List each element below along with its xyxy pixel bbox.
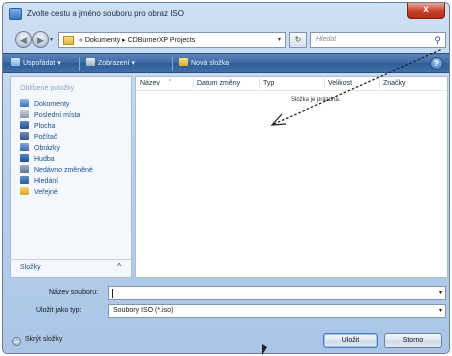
refresh-icon: ↻ [294, 35, 302, 44]
text-caret [112, 289, 113, 298]
nav-item-label: Nedávno změněné [34, 167, 93, 174]
desktop-icon [20, 121, 29, 129]
favorites-header[interactable]: Oblíbené položky [20, 85, 74, 92]
folder-icon [63, 36, 74, 45]
help-icon: ? [434, 59, 439, 68]
new-folder-icon [179, 58, 188, 66]
filename-label: Název souboru: [49, 289, 99, 296]
column-header-tags[interactable]: Značky [383, 80, 406, 87]
toolbar-divider [79, 57, 80, 71]
computer-icon [20, 132, 29, 140]
address-bar[interactable]: « Dokumenty ▸ CDBurnerXP Projects ▾ [58, 32, 286, 48]
column-header-date[interactable]: Datum změny [197, 80, 240, 87]
views-label: Zobrazení ▾ [98, 60, 135, 67]
help-button[interactable]: ? [430, 57, 443, 70]
new-folder-button[interactable]: Nová složka [179, 58, 229, 67]
nav-item-public[interactable]: Veřejné [20, 187, 93, 198]
back-button[interactable]: ◀ [15, 31, 32, 48]
window-title: Zvolte cestu a jméno souboru pro obraz I… [27, 9, 184, 18]
nav-item-desktop[interactable]: Plocha [20, 121, 93, 132]
forward-arrow-icon: ▶ [37, 35, 44, 45]
public-folder-icon [20, 187, 29, 195]
nav-item-label: Obrázky [34, 145, 61, 152]
column-header-label: Název [140, 80, 160, 87]
search-input[interactable]: Hledat [316, 36, 336, 43]
column-divider[interactable] [324, 78, 325, 89]
documents-icon [20, 99, 29, 107]
nav-item-label: Hledání [34, 178, 59, 185]
hide-folders-label: Skrýt složky [25, 336, 63, 343]
nav-item-computer[interactable]: Počítač [20, 132, 93, 143]
toolbar-divider [172, 57, 173, 71]
column-header-type[interactable]: Typ [263, 80, 274, 87]
recent-pages-dropdown-icon[interactable]: ▾ [50, 36, 53, 43]
navigation-pane: Oblíbené položky Dokumenty Poslední míst… [10, 76, 132, 278]
nav-item-label: Hudba [34, 156, 55, 163]
folders-toggle[interactable]: Složky ^ [11, 259, 131, 277]
file-list-pane[interactable]: Název ^ Datum změny Typ Velikost Značky S… [135, 76, 448, 278]
nav-item-recent-places[interactable]: Poslední místa [20, 110, 93, 121]
hide-folders-button[interactable]: ^ Skrýt složky [12, 336, 62, 346]
organize-icon [11, 58, 20, 66]
nav-item-pictures[interactable]: Obrázky [20, 143, 93, 154]
forward-button[interactable]: ▶ [32, 31, 49, 48]
save-button[interactable]: Uložit [323, 333, 378, 348]
dialog-app-icon [9, 8, 22, 20]
nav-item-recently-changed[interactable]: Nedávno změněné [20, 165, 93, 176]
cancel-button[interactable]: Storno [384, 333, 442, 348]
new-folder-label: Nová složka [191, 60, 230, 67]
column-header-name[interactable]: Název ^ [140, 79, 171, 87]
searches-icon [20, 176, 29, 184]
nav-item-label: Plocha [34, 123, 56, 130]
nav-item-label: Počítač [34, 134, 58, 141]
column-headers: Název ^ Datum změny Typ Velikost Značky [136, 77, 447, 91]
search-icon[interactable]: ⚲ [434, 35, 441, 46]
back-arrow-icon: ◀ [20, 35, 27, 45]
nav-item-documents[interactable]: Dokumenty [20, 99, 93, 110]
favorites-list: Dokumenty Poslední místa Plocha Počítač … [20, 99, 93, 198]
nav-item-label: Dokumenty [34, 101, 70, 108]
views-icon [86, 58, 95, 66]
filetype-select[interactable]: Soubory ISO (*.iso) ▾ [108, 304, 446, 318]
filetype-value: Soubory ISO (*.iso) [113, 307, 174, 314]
recently-changed-icon [20, 165, 29, 173]
mouse-pointer-icon [262, 344, 267, 355]
pictures-icon [20, 143, 29, 151]
address-path[interactable]: « Dokumenty ▸ CDBurnerXP Projects [79, 36, 195, 44]
column-header-size[interactable]: Velikost [328, 80, 352, 87]
organize-label: Uspořádat ▾ [23, 60, 61, 67]
close-icon: x [423, 4, 429, 15]
folders-label: Složky [20, 264, 41, 271]
filetype-label: Uložit jako typ: [36, 307, 82, 314]
save-dialog-window: Zvolte cestu a jméno souboru pro obraz I… [2, 2, 450, 354]
column-divider[interactable] [193, 78, 194, 89]
refresh-button[interactable]: ↻ [289, 32, 307, 48]
column-divider[interactable] [259, 78, 260, 89]
filename-dropdown-icon[interactable]: ▾ [439, 289, 442, 296]
views-button[interactable]: Zobrazení ▾ [86, 58, 135, 67]
empty-folder-message: Složka je prázdná. [291, 97, 341, 103]
organize-button[interactable]: Uspořádat ▾ [11, 58, 61, 67]
title-bar: Zvolte cestu a jméno souboru pro obraz I… [3, 3, 449, 27]
collapse-icon: ^ [12, 337, 21, 346]
filetype-dropdown-icon[interactable]: ▾ [439, 307, 442, 314]
search-box[interactable]: Hledat ⚲ [310, 32, 446, 48]
filename-field[interactable]: ▾ [108, 286, 446, 300]
command-toolbar: Uspořádat ▾ Zobrazení ▾ Nová složka ? [3, 53, 449, 73]
nav-item-searches[interactable]: Hledání [20, 176, 93, 187]
nav-item-music[interactable]: Hudba [20, 154, 93, 165]
address-dropdown-icon[interactable]: ▾ [278, 36, 281, 43]
nav-item-label: Veřejné [34, 189, 58, 196]
nav-item-label: Poslední místa [34, 112, 81, 119]
music-icon [20, 154, 29, 162]
chevron-up-icon: ^ [117, 262, 121, 271]
column-divider[interactable] [379, 78, 380, 89]
close-button[interactable]: x [407, 3, 445, 19]
sort-caret-icon: ^ [169, 79, 172, 85]
recent-places-icon [20, 110, 29, 118]
